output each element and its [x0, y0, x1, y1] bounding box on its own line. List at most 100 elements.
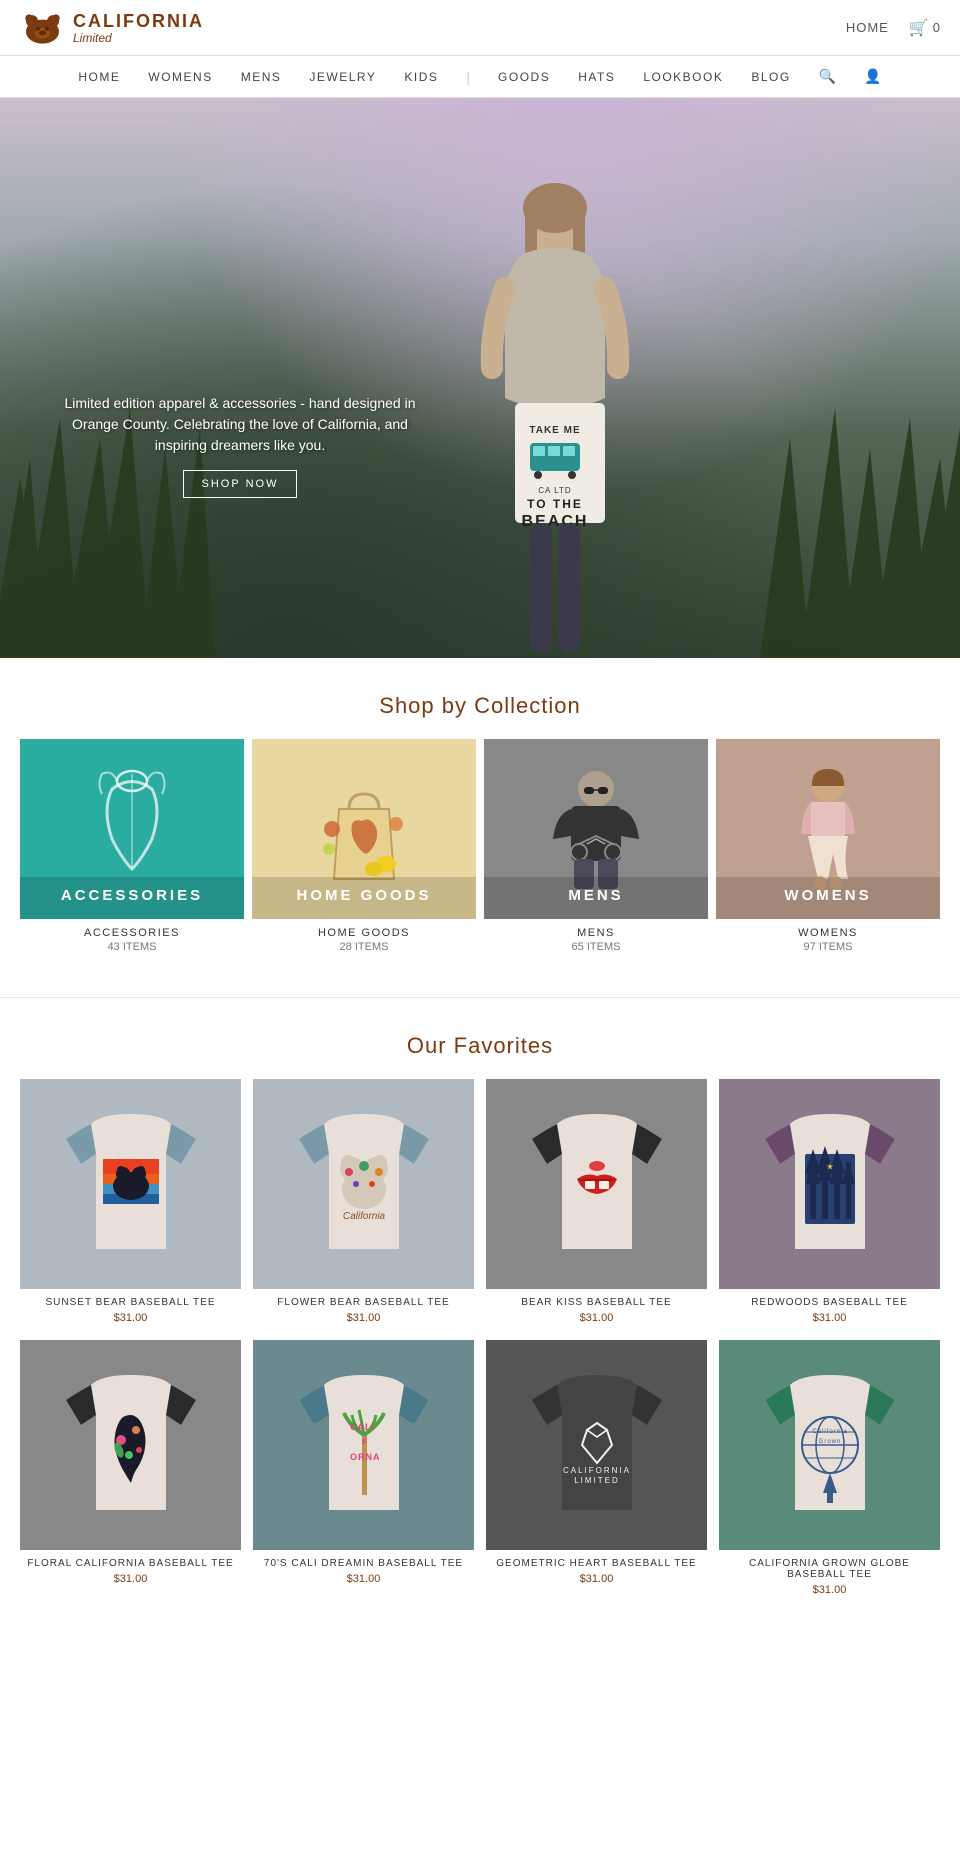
product-price-cali-dreamin: $31.00: [257, 1573, 470, 1585]
collection-info-mens: MENS 65 ITEMS: [484, 919, 708, 957]
nav-blog[interactable]: BLOG: [751, 70, 790, 84]
tshirt-bear-kiss: [517, 1094, 677, 1274]
svg-text:LIMITED: LIMITED: [574, 1476, 620, 1485]
product-price-redwoods: $31.00: [723, 1312, 936, 1324]
collection-accessories[interactable]: ACCESSORIES ACCESSORIES 43 ITEMS: [20, 739, 244, 957]
product-sunset-bear[interactable]: SUNSET BEAR BASEBALL TEE $31.00: [20, 1079, 241, 1328]
svg-text:CA LTD: CA LTD: [538, 486, 571, 495]
nav-lookbook[interactable]: LOOKBOOK: [643, 70, 723, 84]
collections-title: Shop by Collection: [0, 693, 960, 719]
product-ca-grown[interactable]: California Grown CALIFORNIA GROWN GLOBE …: [719, 1340, 940, 1600]
product-thumb-cali-dreamin: CALI F ORNA: [253, 1340, 474, 1550]
collection-label-homegoods: HOME GOODS: [252, 877, 476, 919]
logo[interactable]: CALIFORNIA Limited: [20, 10, 204, 45]
cart[interactable]: 🛒 0: [909, 18, 940, 38]
nav-home[interactable]: HOME: [78, 70, 120, 84]
product-name-flower-bear: FLOWER BEAR BASEBALL TEE: [257, 1297, 470, 1308]
product-price-flower-bear: $31.00: [257, 1312, 470, 1324]
nav-kids[interactable]: KIDS: [404, 70, 438, 84]
collection-count-mens: 65 ITEMS: [484, 941, 708, 953]
product-bear-kiss[interactable]: BEAR KISS BASEBALL TEE $31.00: [486, 1079, 707, 1328]
top-home-link[interactable]: HOME: [846, 20, 889, 35]
brand-name: CALIFORNIA: [73, 12, 204, 30]
tshirt-flower-bear: California: [284, 1094, 444, 1274]
product-name-geo-heart: GEOMETRIC HEART BASEBALL TEE: [490, 1558, 703, 1569]
collection-name-womens: WOMENS: [716, 927, 940, 939]
product-name-bear-kiss: BEAR KISS BASEBALL TEE: [490, 1297, 703, 1308]
collection-thumb-accessories: ACCESSORIES: [20, 739, 244, 919]
product-info-redwoods: REDWOODS BASEBALL TEE $31.00: [719, 1289, 940, 1328]
product-thumb-flower-bear: California: [253, 1079, 474, 1289]
product-geo-heart[interactable]: CALIFORNIA LIMITED GEOMETRIC HEART BASEB…: [486, 1340, 707, 1600]
product-thumb-geo-heart: CALIFORNIA LIMITED: [486, 1340, 707, 1550]
svg-text:ORNA: ORNA: [350, 1452, 381, 1462]
tshirt-ca-grown: California Grown: [750, 1355, 910, 1535]
womens-icon: [773, 764, 883, 894]
svg-text:F: F: [362, 1437, 369, 1447]
mens-icon: [541, 764, 651, 894]
nav-divider: |: [466, 69, 470, 85]
product-price-floral-ca: $31.00: [24, 1573, 237, 1585]
product-info-floral-ca: FLORAL CALIFORNIA BASEBALL TEE $31.00: [20, 1550, 241, 1589]
product-flower-bear[interactable]: California FLOWER BEAR BASEBALL TEE $31.…: [253, 1079, 474, 1328]
hero-text-block: Limited edition apparel & accessories - …: [50, 393, 430, 498]
nav-hats[interactable]: HATS: [578, 70, 615, 84]
product-name-floral-ca: FLORAL CALIFORNIA BASEBALL TEE: [24, 1558, 237, 1569]
collection-count-accessories: 43 ITEMS: [20, 941, 244, 953]
product-info-bear-kiss: BEAR KISS BASEBALL TEE $31.00: [486, 1289, 707, 1328]
collections-grid: ACCESSORIES ACCESSORIES 43 ITEMS: [0, 739, 960, 977]
search-icon[interactable]: 🔍: [819, 68, 836, 85]
cart-icon: 🛒: [909, 18, 929, 38]
product-price-bear-kiss: $31.00: [490, 1312, 703, 1324]
top-right-nav: HOME 🛒 0: [846, 18, 940, 38]
products-grid: SUNSET BEAR BASEBALL TEE $31.00: [0, 1079, 960, 1630]
svg-text:TAKE ME: TAKE ME: [529, 425, 580, 436]
collection-label-mens: MENS: [484, 877, 708, 919]
collection-womens[interactable]: WOMENS WOMENS 97 ITEMS: [716, 739, 940, 957]
favorites-title: Our Favorites: [0, 1033, 960, 1059]
product-redwoods[interactable]: REDWOODS BASEBALL TEE $31.00: [719, 1079, 940, 1328]
bear-logo-icon: [20, 10, 65, 45]
cart-count: 0: [933, 20, 940, 35]
product-price-ca-grown: $31.00: [723, 1584, 936, 1596]
tshirt-cali-dreamin: CALI F ORNA: [284, 1355, 444, 1535]
svg-text:CALI: CALI: [350, 1422, 375, 1432]
product-thumb-sunset-bear: [20, 1079, 241, 1289]
collection-count-homegoods: 28 ITEMS: [252, 941, 476, 953]
product-name-ca-grown: CALIFORNIA GROWN GLOBE BASEBALL TEE: [723, 1558, 936, 1580]
collection-info-accessories: ACCESSORIES 43 ITEMS: [20, 919, 244, 957]
collection-thumb-mens: MENS: [484, 739, 708, 919]
nav-womens[interactable]: WOMENS: [148, 70, 212, 84]
collection-mens[interactable]: MENS MENS 65 ITEMS: [484, 739, 708, 957]
product-floral-ca[interactable]: FLORAL CALIFORNIA BASEBALL TEE $31.00: [20, 1340, 241, 1600]
collection-homegoods[interactable]: HOME GOODS HOME GOODS 28 ITEMS: [252, 739, 476, 957]
hero-figure: TAKE ME CA LTD TO THE BEACH: [430, 168, 680, 658]
product-info-sunset-bear: SUNSET BEAR BASEBALL TEE $31.00: [20, 1289, 241, 1328]
product-thumb-bear-kiss: [486, 1079, 707, 1289]
product-info-ca-grown: CALIFORNIA GROWN GLOBE BASEBALL TEE $31.…: [719, 1550, 940, 1600]
svg-text:Grown: Grown: [818, 1439, 841, 1445]
product-thumb-ca-grown: California Grown: [719, 1340, 940, 1550]
tshirt-redwoods: [750, 1094, 910, 1274]
account-icon[interactable]: 👤: [864, 68, 881, 85]
header: CALIFORNIA Limited HOME 🛒 0 HOME WOMENS …: [0, 0, 960, 98]
product-name-redwoods: REDWOODS BASEBALL TEE: [723, 1297, 936, 1308]
svg-text:California: California: [342, 1211, 385, 1222]
hero-section: TAKE ME CA LTD TO THE BEACH Limited edit…: [0, 98, 960, 658]
tshirt-geo-heart: CALIFORNIA LIMITED: [517, 1355, 677, 1535]
collection-name-homegoods: HOME GOODS: [252, 927, 476, 939]
shop-now-button[interactable]: SHOP NOW: [183, 470, 298, 498]
nav-goods[interactable]: GOODS: [498, 70, 550, 84]
top-bar: CALIFORNIA Limited HOME 🛒 0: [0, 0, 960, 55]
product-info-cali-dreamin: 70'S CALI DREAMIN BASEBALL TEE $31.00: [253, 1550, 474, 1589]
nav-mens[interactable]: MENS: [241, 70, 282, 84]
accessories-icon: [82, 769, 182, 889]
section-divider: [0, 997, 960, 998]
product-info-flower-bear: FLOWER BEAR BASEBALL TEE $31.00: [253, 1289, 474, 1328]
product-cali-dreamin[interactable]: CALI F ORNA 70'S CALI DREAMIN BASEBALL T…: [253, 1340, 474, 1600]
svg-text:CALIFORNIA: CALIFORNIA: [562, 1466, 630, 1475]
collection-count-womens: 97 ITEMS: [716, 941, 940, 953]
collection-name-mens: MENS: [484, 927, 708, 939]
nav-jewelry[interactable]: JEWELRY: [309, 70, 376, 84]
product-thumb-redwoods: [719, 1079, 940, 1289]
